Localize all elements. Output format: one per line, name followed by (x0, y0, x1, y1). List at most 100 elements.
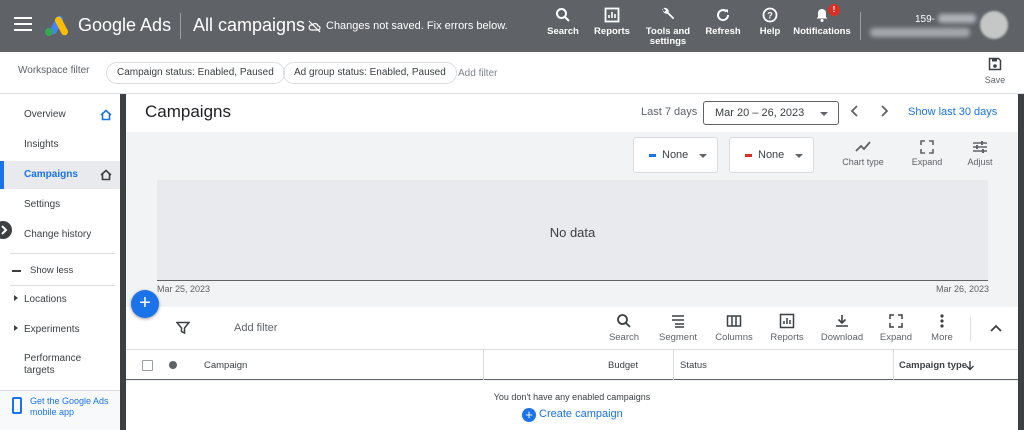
chevron-right-icon (881, 105, 889, 117)
column-header-budget[interactable]: Budget (608, 360, 638, 371)
segment-button[interactable]: Segment (656, 313, 700, 343)
collapse-sidebar-button[interactable] (0, 221, 12, 239)
select-all-checkbox[interactable] (142, 360, 153, 371)
svg-text:?: ? (767, 11, 773, 21)
metric-selector-2-label: None (758, 149, 785, 161)
download-label: Download (820, 332, 864, 343)
section-title: Campaigns (145, 102, 231, 121)
chart-x-axis (157, 280, 988, 281)
sidebar-item-label: Experiments (24, 324, 80, 335)
home-icon (100, 169, 112, 181)
next-period-button[interactable] (879, 104, 889, 121)
sidebar-item-label: Campaigns (24, 169, 78, 180)
table-body: You don't have any enabled campaigns + Cr… (126, 381, 1018, 430)
columns-icon (726, 315, 742, 327)
sidebar-item-campaigns[interactable]: Campaigns (0, 161, 120, 189)
sidebar-item-label: Change history (24, 229, 92, 240)
header-tools-button[interactable]: Tools and settings (643, 7, 693, 47)
sidebar-item-change-history[interactable]: Change history (0, 221, 120, 249)
columns-button[interactable]: Columns (712, 313, 756, 343)
date-range-value: Mar 20 – 26, 2023 (715, 107, 805, 119)
sidebar-item-label: Overview (24, 109, 66, 120)
previous-period-button[interactable] (850, 104, 860, 121)
home-icon (100, 109, 112, 121)
filter-chip-ad-group-status[interactable]: Ad group status: Enabled, Paused (283, 62, 457, 84)
create-campaign-label: Create campaign (539, 408, 623, 420)
workspace-filter-label[interactable]: Workspace filter (18, 65, 90, 76)
date-range-picker[interactable]: Mar 20 – 26, 2023 (703, 101, 839, 125)
notification-badge: ! (828, 4, 840, 16)
mobile-app-promo[interactable]: Get the Google Ads mobile app (0, 390, 120, 430)
x-axis-start-label: Mar 25, 2023 (157, 284, 211, 294)
header-divider-2 (860, 12, 861, 40)
table-toolbar: Add filter Search Segment Columns Report… (126, 307, 1018, 350)
date-period-label: Last 7 days (641, 106, 698, 118)
new-campaign-fab[interactable]: + (131, 290, 159, 318)
download-button[interactable]: Download (819, 313, 865, 343)
header-tools-label: Tools and settings (645, 26, 691, 47)
table-expand-label: Expand (879, 332, 913, 343)
sidebar-group-experiments[interactable]: Experiments (0, 316, 120, 344)
segment-icon (672, 315, 684, 328)
more-label: More (931, 332, 953, 343)
sort-arrow-down-icon[interactable] (965, 360, 975, 371)
column-divider (673, 350, 674, 380)
table-expand-button[interactable]: Expand (878, 313, 914, 343)
chevron-up-icon[interactable] (990, 323, 1002, 333)
table-header: Campaign Budget Status Campaign type (126, 350, 1018, 380)
table-search-button[interactable]: Search (606, 313, 642, 343)
brand-name[interactable]: Google Ads (78, 15, 171, 36)
reports-icon (779, 313, 795, 329)
header-refresh-button[interactable]: Refresh (705, 7, 741, 37)
empty-table-message: You don't have any enabled campaigns (493, 392, 651, 402)
save-button[interactable]: Save (984, 57, 1006, 85)
column-header-status[interactable]: Status (680, 360, 707, 371)
metric-selector-2[interactable]: None (729, 137, 814, 173)
filter-icon[interactable] (176, 321, 190, 335)
header-help-button[interactable]: ? Help (756, 7, 784, 37)
filter-chip-campaign-status[interactable]: Campaign status: Enabled, Paused (106, 62, 285, 84)
chart-adjust-button[interactable]: Adjust (963, 140, 997, 167)
account-switcher[interactable]: 159- (868, 12, 978, 40)
metric-selector-1[interactable]: None (633, 137, 718, 173)
chart-expand-button[interactable]: Expand (908, 140, 946, 167)
header-notifications-label: Notifications (793, 26, 851, 37)
add-workspace-filter[interactable]: Add filter (458, 68, 497, 79)
chart-type-label: Chart type (842, 157, 884, 167)
top-app-bar: Google Ads All campaigns Changes not sav… (0, 0, 1024, 52)
sidebar-item-insights[interactable]: Insights (0, 131, 120, 159)
chart-type-button[interactable]: Chart type (839, 140, 887, 167)
show-less-label: Show less (30, 265, 74, 276)
show-less-toggle[interactable]: Show less (0, 257, 120, 285)
avatar[interactable] (980, 11, 1008, 39)
column-header-campaign[interactable]: Campaign (204, 360, 247, 371)
columns-label: Columns (715, 332, 753, 343)
header-reports-button[interactable]: Reports (592, 7, 632, 37)
download-icon (836, 315, 848, 327)
wrench-icon (662, 7, 675, 20)
sidebar-item-settings[interactable]: Settings (0, 191, 120, 219)
toolbar-divider (970, 317, 971, 341)
column-header-campaign-type[interactable]: Campaign type (899, 360, 967, 371)
sidebar-item-performance-targets[interactable]: Performance targets (0, 348, 120, 382)
sidebar-group-locations[interactable]: Locations (0, 286, 120, 314)
sidebar-item-label: Insights (24, 139, 59, 150)
metric-selector-1-label: None (662, 149, 689, 161)
sidebar-item-overview[interactable]: Overview (0, 101, 120, 129)
table-add-filter[interactable]: Add filter (234, 322, 277, 334)
unsaved-message: Changes not saved. Fix errors below. (326, 20, 508, 32)
header-notifications-button[interactable]: Notifications (792, 7, 852, 37)
header-search-button[interactable]: Search (545, 7, 581, 37)
table-reports-button[interactable]: Reports (767, 313, 807, 343)
series-color-swatch (649, 154, 656, 157)
more-button[interactable]: More (926, 313, 958, 343)
create-campaign-link[interactable]: + Create campaign (522, 408, 623, 422)
show-last-30-days-link[interactable]: Show last 30 days (908, 106, 997, 118)
hamburger-menu-icon[interactable] (14, 17, 32, 31)
dropdown-arrow-icon (820, 112, 828, 116)
expand-icon (920, 140, 934, 154)
account-id-redacted (938, 14, 976, 23)
no-data-message: No data (549, 225, 596, 240)
campaigns-header: Campaigns Last 7 days Mar 20 – 26, 2023 … (126, 94, 1018, 132)
sidebar-item-label: Settings (24, 199, 61, 210)
